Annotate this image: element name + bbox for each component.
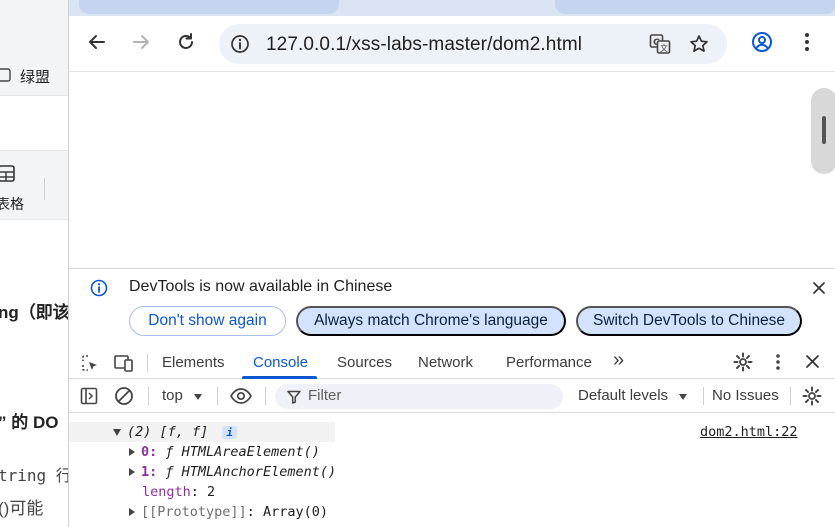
doc-line-4: ()可能	[0, 499, 44, 518]
tab-performance[interactable]: Performance	[506, 354, 592, 371]
info-badge[interactable]: i	[222, 426, 238, 439]
browser-toolbar: 127.0.0.1/xss-labs-master/dom2.html G文	[69, 16, 835, 72]
browser-menu-button[interactable]	[791, 28, 823, 60]
tab-console[interactable]: Console	[253, 354, 308, 371]
devtools-tab-divider	[147, 354, 148, 372]
reload-icon	[176, 32, 196, 57]
console-toolbar: top Filter Default levels No Issues	[69, 379, 835, 413]
devtools-panel: DevTools is now available in Chinese Don…	[69, 268, 835, 527]
console-toolbar-divider	[217, 387, 218, 405]
filter-placeholder: Filter	[308, 387, 342, 404]
array-expander[interactable]: (2) [f, f] i	[113, 424, 238, 440]
reload-button[interactable]	[170, 28, 202, 60]
devtools-menu-icon[interactable]	[775, 353, 781, 376]
console-output: (2) [f, f] i dom2.html:22 0: ƒ HTMLAreaE…	[69, 413, 835, 527]
browser-tab[interactable]	[79, 0, 339, 14]
console-settings-gear-icon[interactable]	[802, 386, 822, 411]
doc-line-2: ” 的 DO	[0, 413, 59, 432]
url-text[interactable]: 127.0.0.1/xss-labs-master/dom2.html	[266, 34, 582, 56]
console-toolbar-divider	[265, 387, 266, 405]
context-value: top	[162, 387, 183, 404]
bookmark-icon	[0, 67, 12, 88]
handle-grip	[822, 116, 826, 144]
prototype-colon: :	[246, 504, 263, 520]
source-link[interactable]: dom2.html:22	[700, 424, 798, 440]
devtools-language-infobar: DevTools is now available in Chinese Don…	[69, 269, 835, 346]
context-selector[interactable]: top	[162, 387, 203, 405]
dont-show-again-button[interactable]: Don't show again	[129, 306, 286, 336]
info-icon	[90, 279, 108, 302]
array-prototype[interactable]: [[Prototype]]: Array(0)	[129, 504, 328, 520]
browser-tab[interactable]	[555, 0, 835, 14]
always-match-language-button[interactable]: Always match Chrome's language	[296, 306, 566, 336]
item-1-value: ƒ HTMLAnchorElement()	[165, 464, 337, 480]
side-panel-handle[interactable]	[811, 88, 835, 174]
close-icon[interactable]	[813, 281, 825, 299]
site-info-icon[interactable]	[230, 34, 250, 59]
collapse-triangle-icon	[129, 448, 135, 456]
issues-counter[interactable]: No Issues	[712, 387, 779, 404]
expand-triangle-icon	[113, 428, 121, 436]
log-levels-value: Default levels	[578, 387, 669, 404]
settings-gear-icon[interactable]	[733, 352, 753, 377]
prototype-key: [[Prototype]]	[141, 504, 247, 520]
svg-text:文: 文	[660, 43, 668, 53]
console-toolbar-divider	[703, 387, 704, 405]
arrow-right-icon	[131, 32, 151, 57]
prototype-value: Array(0)	[262, 504, 328, 520]
translate-icon[interactable]: G文	[649, 33, 671, 60]
length-colon: :	[190, 484, 208, 500]
doc-line-3: tring 行	[0, 466, 68, 485]
tab-network[interactable]: Network	[418, 354, 473, 371]
collapse-triangle-icon	[129, 468, 135, 476]
console-toolbar-divider	[790, 387, 791, 405]
log-levels-dropdown[interactable]: Default levels	[578, 387, 688, 405]
doc-line-1: ng（即该	[0, 303, 68, 322]
length-value: 2	[207, 484, 216, 500]
bookmark-star-icon[interactable]	[689, 34, 709, 59]
length-key: length	[142, 484, 191, 500]
item-0-value: ƒ HTMLAreaElement()	[165, 444, 320, 460]
tab-elements[interactable]: Elements	[162, 354, 225, 371]
table-label[interactable]: 表格	[0, 194, 24, 214]
back-button[interactable]	[81, 28, 113, 60]
filter-funnel-icon	[287, 390, 301, 409]
dropdown-caret-icon	[193, 388, 203, 405]
close-devtools-icon[interactable]	[806, 355, 819, 373]
browser-window: 127.0.0.1/xss-labs-master/dom2.html G文 D…	[68, 0, 835, 527]
bookmark-label[interactable]: 绿盟	[20, 66, 50, 87]
forward-button[interactable]	[125, 28, 157, 60]
more-vertical-icon	[804, 32, 810, 57]
console-toolbar-divider	[148, 387, 149, 405]
clear-console-icon[interactable]	[114, 386, 134, 411]
item-1-index: 1:	[141, 464, 158, 480]
array-item-0[interactable]: 0: ƒ HTMLAreaElement()	[129, 444, 320, 460]
arrow-left-icon	[87, 32, 107, 57]
table-icon	[0, 164, 17, 189]
more-tabs-chevron-icon[interactable]: »	[613, 349, 624, 372]
toolbar-divider	[44, 178, 45, 200]
collapse-triangle-icon	[129, 508, 135, 516]
console-filter-input[interactable]: Filter	[275, 384, 563, 409]
array-length: length: 2	[142, 484, 215, 500]
infobar-message: DevTools is now available in Chinese	[129, 278, 393, 295]
page-viewport	[69, 73, 835, 268]
array-item-1[interactable]: 1: ƒ HTMLAnchorElement()	[129, 464, 336, 480]
array-summary: (2) [f, f]	[127, 424, 209, 440]
dropdown-caret-icon	[678, 388, 688, 405]
tab-strip	[69, 0, 835, 16]
switch-devtools-language-button[interactable]: Switch DevTools to Chinese	[576, 306, 802, 336]
background-document: 绿盟 表格 ng（即该 ” 的 DO tring 行 ()可能	[0, 0, 68, 527]
device-toolbar-icon[interactable]	[113, 353, 135, 378]
inspect-element-icon[interactable]	[80, 353, 100, 378]
address-bar[interactable]: 127.0.0.1/xss-labs-master/dom2.html G文	[219, 24, 727, 64]
profile-button[interactable]	[746, 28, 778, 60]
item-0-index: 0:	[141, 444, 158, 460]
tab-sources[interactable]: Sources	[337, 354, 392, 371]
live-expression-eye-icon[interactable]	[229, 386, 253, 411]
account-icon	[751, 31, 773, 58]
devtools-tab-bar: Elements Console Sources Network Perform…	[69, 346, 835, 379]
sidebar-toggle-icon[interactable]	[80, 387, 98, 410]
